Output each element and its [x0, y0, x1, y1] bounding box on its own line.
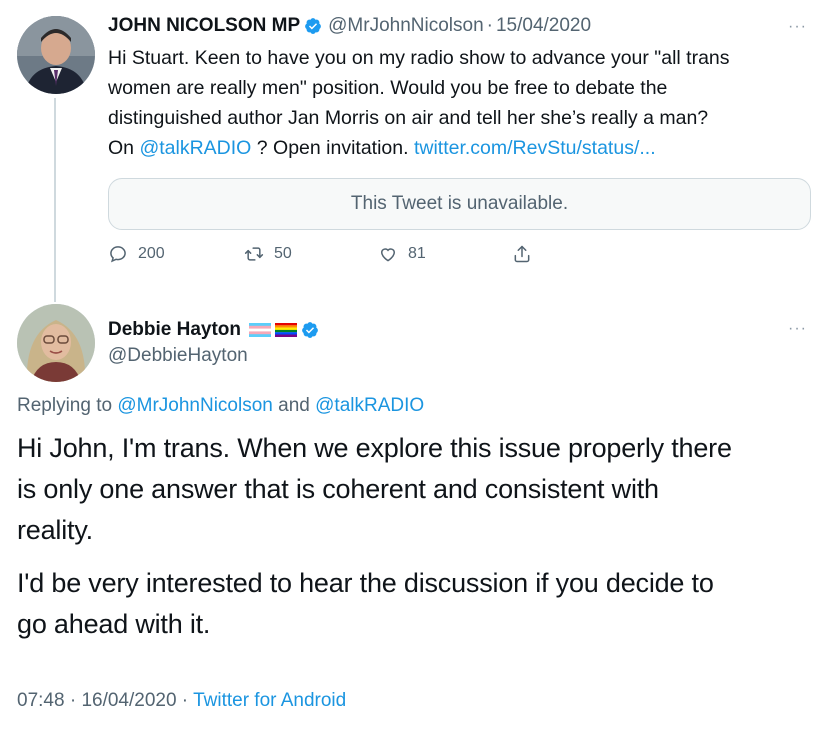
debbie-avatar[interactable]: [17, 304, 95, 382]
tweet1-text-line: On @talkRADIO ? Open invitation. twitter…: [108, 135, 820, 162]
retweet-count: 50: [274, 245, 292, 262]
tweet2-text-line: go ahead with it.: [17, 609, 211, 639]
john-display-name[interactable]: JOHN NICOLSON MP: [108, 15, 300, 37]
john-handle[interactable]: @MrJohnNicolson: [328, 15, 484, 37]
debbie-handle[interactable]: @DebbieHayton: [108, 345, 248, 367]
verified-badge-icon: [302, 322, 318, 338]
like-icon: [380, 248, 396, 262]
tweet1-text: Hi Stuart. Keen to have you on my radio …: [108, 45, 820, 162]
footer-separator: ·: [176, 690, 194, 711]
tweet2-more-icon[interactable]: ···: [788, 320, 807, 338]
tweet2-footer: 07:48 · 16/04/2020 · Twitter for Android: [17, 690, 346, 712]
tweet-source-link[interactable]: Twitter for Android: [193, 690, 346, 711]
unavailable-quote-tweet: This Tweet is unavailable.: [108, 178, 811, 230]
tweet1-date[interactable]: 15/04/2020: [496, 15, 591, 37]
tweet1-text-line: Hi Stuart. Keen to have you on my radio …: [108, 47, 730, 69]
tweet2-time[interactable]: 07:48: [17, 690, 65, 711]
tweet1-text-line: women are really men" position. Would yo…: [108, 77, 668, 99]
tweet2-text-line: Hi John, I'm trans. When we explore this…: [17, 433, 732, 463]
talkradio-mention-link[interactable]: @talkRADIO: [139, 137, 251, 159]
tweet2-text-line: is only one answer that is coherent and …: [17, 474, 659, 504]
text-fragment: ? Open invitation.: [251, 137, 414, 159]
share-icon: [514, 245, 530, 263]
rainbow-flag-icon: [275, 323, 298, 337]
tweet2-text-line: I'd be very interested to hear the discu…: [17, 568, 714, 598]
tweet2-text-line: reality.: [17, 515, 93, 545]
date-separator: ·: [486, 15, 493, 36]
reply-mention-john[interactable]: @MrJohnNicolson: [117, 395, 273, 416]
replying-prefix: Replying to: [17, 395, 118, 416]
text-fragment: On: [108, 137, 140, 159]
tweet2-header: Debbie Hayton: [108, 317, 319, 343]
tweet2-text: Hi John, I'm trans. When we explore this…: [17, 428, 817, 645]
like-button[interactable]: 81: [378, 244, 426, 264]
trans-flag-icon: [249, 323, 272, 337]
share-button[interactable]: [512, 244, 532, 264]
retweet-icon: [244, 247, 264, 261]
reply-count: 200: [138, 245, 165, 262]
tweet2-date[interactable]: 16/04/2020: [81, 690, 176, 711]
unavailable-message: This Tweet is unavailable.: [350, 193, 569, 214]
tweet1-text-line: distinguished author Jan Morris on air a…: [108, 107, 709, 129]
verified-badge-icon: [305, 18, 321, 34]
footer-separator: ·: [64, 690, 82, 711]
john-avatar[interactable]: [17, 16, 95, 94]
reply-button[interactable]: 200: [108, 244, 165, 264]
tweet-url-link[interactable]: twitter.com/RevStu/status/...: [414, 137, 656, 159]
debbie-display-name[interactable]: Debbie Hayton: [108, 319, 241, 341]
replying-and: and: [272, 395, 316, 416]
like-count: 81: [408, 245, 426, 262]
retweet-button[interactable]: 50: [244, 244, 292, 264]
tweet1-more-icon[interactable]: ···: [788, 18, 807, 36]
thread-line: [54, 98, 56, 302]
reply-mention-talkradio[interactable]: @talkRADIO: [315, 395, 424, 416]
reply-icon: [110, 246, 126, 263]
tweet1-header: JOHN NICOLSON MP @MrJohnNicolson · 15/04…: [108, 12, 591, 40]
replying-to: Replying to @MrJohnNicolson and @talkRAD…: [17, 395, 424, 417]
